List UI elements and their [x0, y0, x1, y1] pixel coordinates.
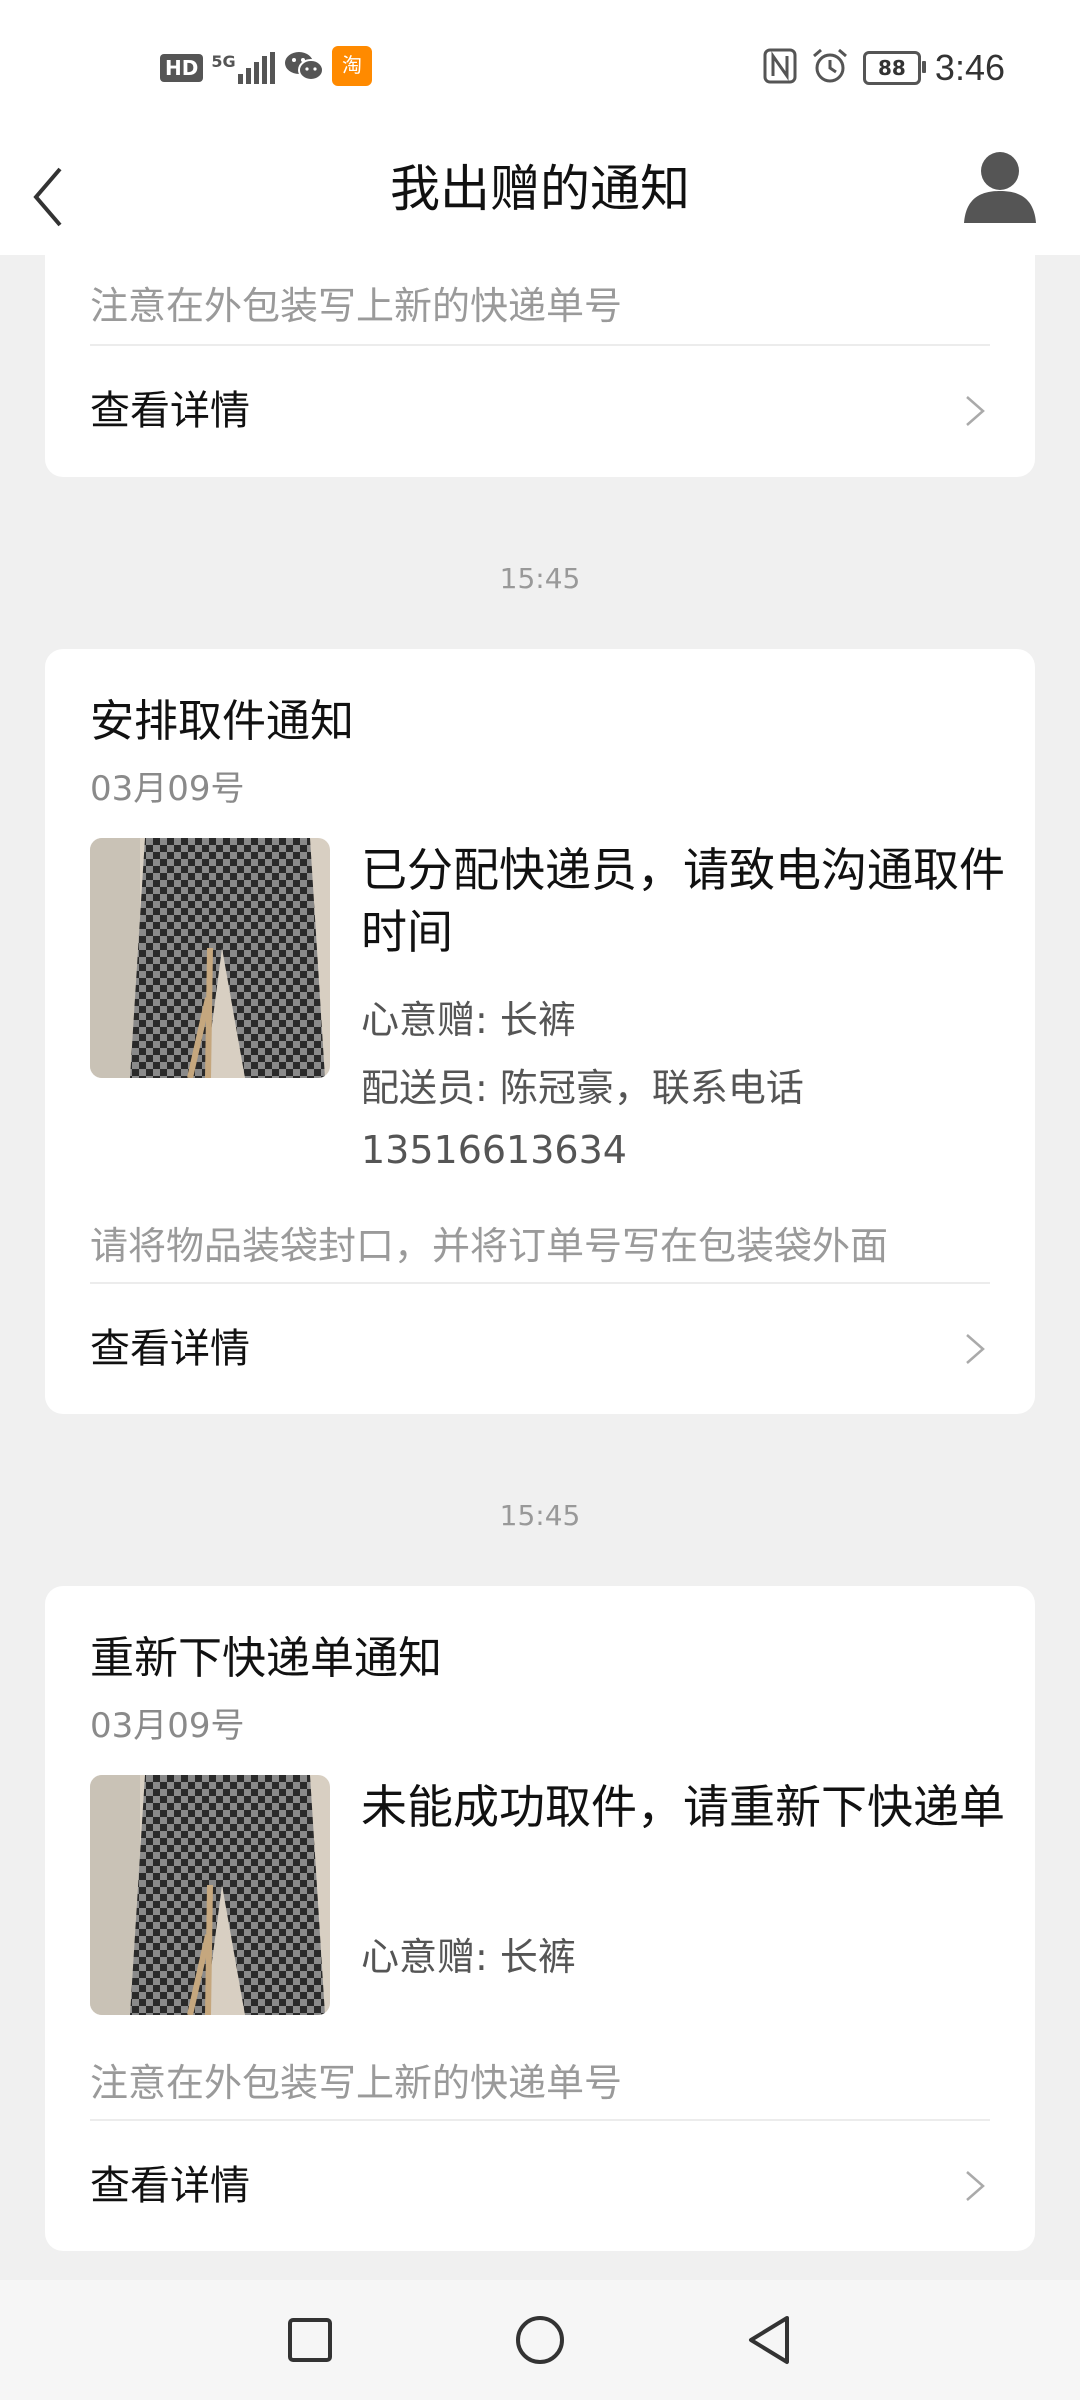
chevron-right-icon [966, 2171, 985, 2201]
user-icon [964, 152, 1036, 223]
card-note: 请将物品装袋封口，并将订单号写在包装袋外面 [90, 1224, 889, 1268]
pants-photo [90, 1775, 330, 2015]
status-left: HD 5G 淘 [160, 46, 372, 90]
alarm-icon [811, 47, 849, 89]
notification-card: 安排取件通知 03月09号 已分配快递员，请致电沟通取件时间 心意赠: 长裤 配… [45, 649, 1035, 1414]
card-message: 已分配快递员，请致电沟通取件时间 [361, 843, 1005, 959]
timestamp: 15:45 [499, 1499, 581, 1532]
status-right: 88 3:46 [763, 44, 1005, 92]
card-title: 安排取件通知 [90, 696, 354, 747]
taobao-icon: 淘 [331, 46, 372, 90]
svg-text:淘: 淘 [342, 53, 362, 77]
item-thumbnail[interactable] [90, 1775, 330, 2015]
system-back-button[interactable] [735, 2305, 805, 2375]
chevron-right-icon [966, 396, 985, 426]
view-details-row[interactable]: 查看详情 [45, 346, 1035, 476]
clock: 3:46 [934, 47, 1005, 88]
card-date: 03月09号 [90, 1706, 245, 1746]
circle-icon [516, 2316, 564, 2364]
view-details-label: 查看详情 [90, 2163, 250, 2209]
courier-info: 配送员: 陈冠豪，联系电话 13516613634 [361, 1066, 804, 1172]
recent-apps-button[interactable] [275, 2305, 345, 2375]
card-date: 03月09号 [90, 769, 245, 809]
view-details-row[interactable]: 查看详情 [45, 2121, 1035, 2251]
pants-photo [90, 838, 330, 1078]
signal-icon: 5G [211, 52, 275, 84]
top-nav-bar: 我出赠的通知 [0, 135, 1080, 255]
timestamp: 15:45 [499, 562, 581, 595]
view-details-row[interactable]: 查看详情 [45, 1284, 1035, 1414]
card-title: 重新下快递单通知 [90, 1633, 442, 1684]
gift-label: 心意赠: 长裤 [361, 1935, 576, 1979]
notification-card: 重新下快递单通知 03月09号 未能成功取件，请重新下快递单 心意赠: 长裤 注… [45, 1586, 1035, 2251]
card-message: 未能成功取件，请重新下快递单 [361, 1780, 1005, 1834]
card-note: 注意在外包装写上新的快递单号 [90, 284, 623, 328]
chevron-right-icon [966, 1334, 985, 1364]
square-icon [288, 2318, 332, 2362]
nfc-icon [763, 48, 797, 88]
home-button[interactable] [505, 2305, 575, 2375]
card-note: 注意在外包装写上新的快递单号 [90, 2061, 623, 2105]
page-title: 我出赠的通知 [390, 160, 690, 218]
triangle-back-icon [749, 2316, 789, 2364]
battery-indicator: 88 [862, 51, 926, 85]
gift-label: 心意赠: 长裤 [361, 998, 576, 1042]
view-details-label: 查看详情 [90, 1326, 250, 1372]
network-label: 5G [211, 52, 236, 71]
hd-badge: HD [160, 54, 204, 82]
notification-card-partial: 注意在外包装写上新的快递单号 查看详情 [45, 255, 1035, 477]
system-nav-bar [0, 2280, 1080, 2400]
wechat-icon [284, 49, 324, 87]
status-bar: HD 5G 淘 88 3:46 [0, 0, 1080, 135]
item-thumbnail[interactable] [90, 838, 330, 1078]
profile-button[interactable] [958, 145, 1042, 229]
view-details-label: 查看详情 [90, 388, 250, 434]
